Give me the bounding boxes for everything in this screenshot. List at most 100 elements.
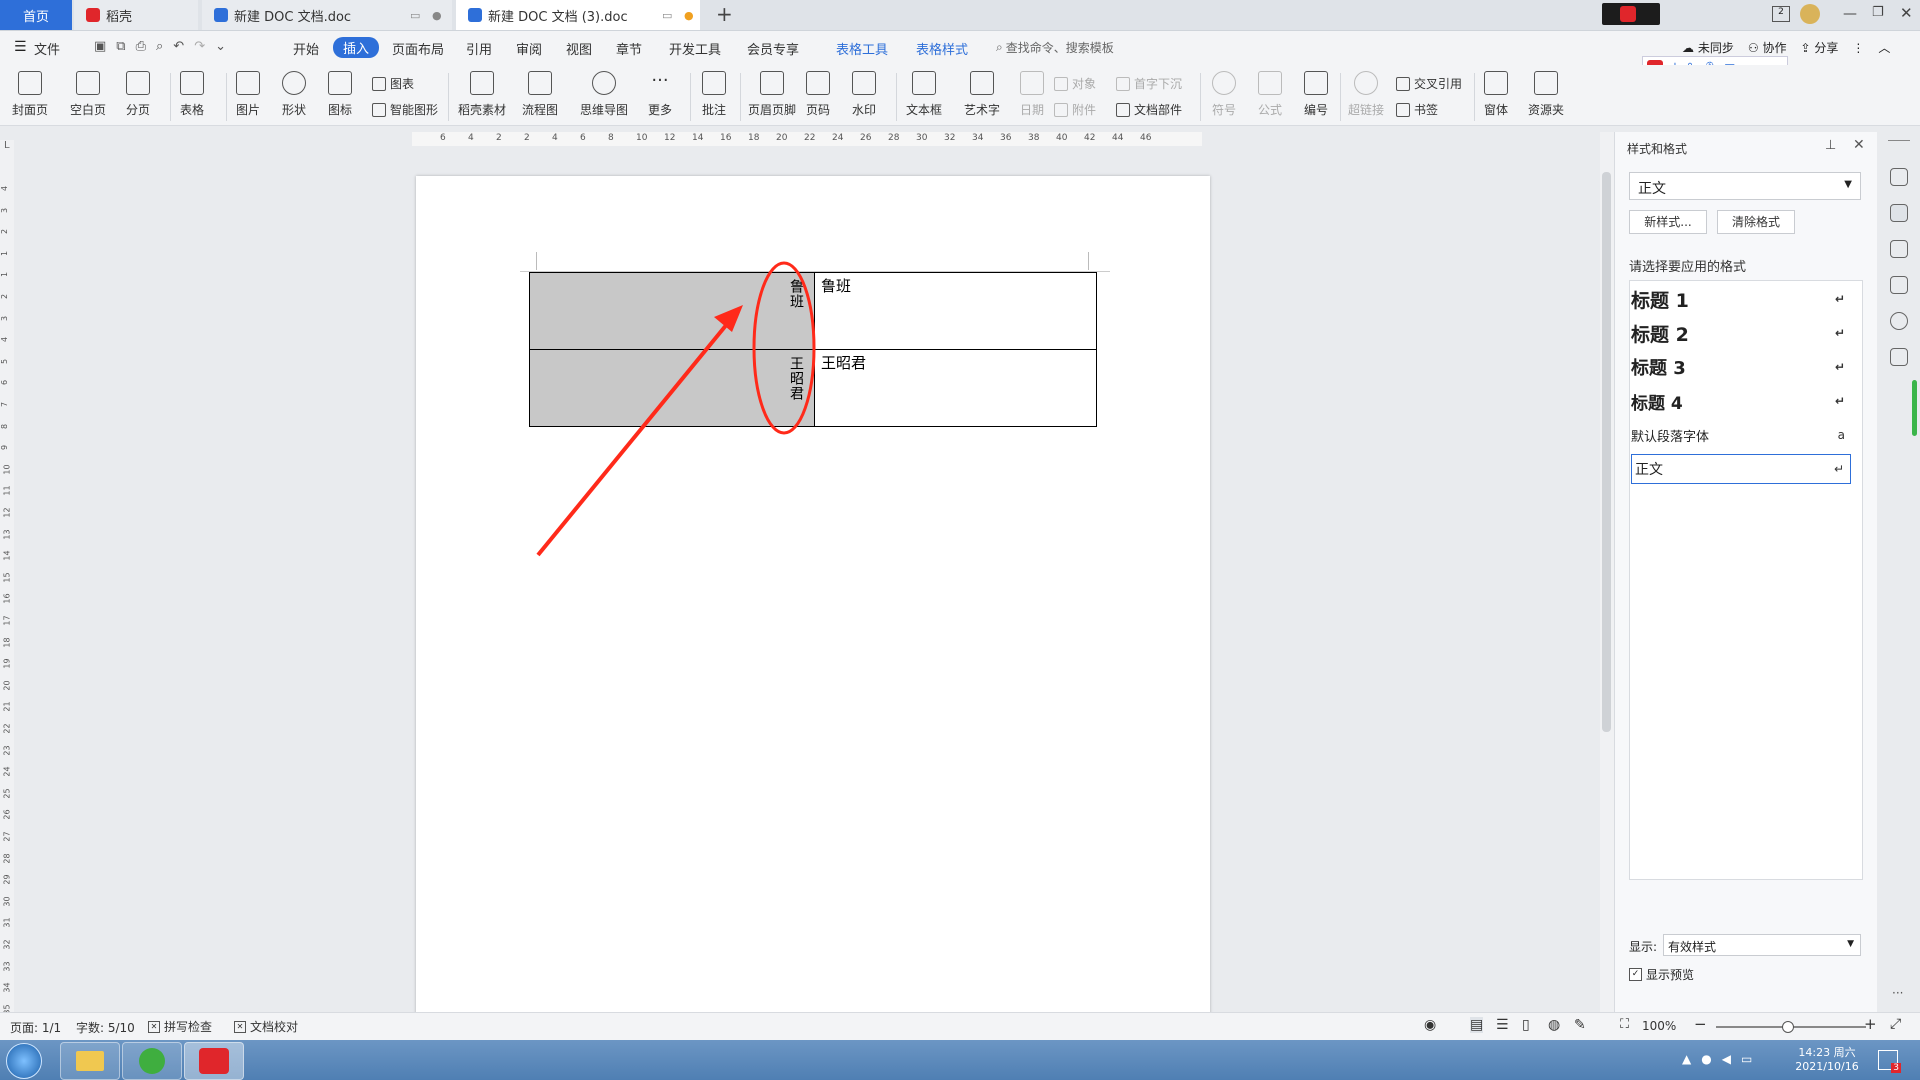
resources-button[interactable]: 资源夹 <box>1528 71 1564 118</box>
style-heading-1[interactable]: 标题 1 ↵ <box>1631 284 1851 314</box>
new-style-button[interactable]: 新样式... <box>1629 210 1707 234</box>
more-button[interactable]: ··· 更多 <box>648 71 672 118</box>
web-view-icon[interactable]: ◍ <box>1548 1017 1560 1033</box>
show-select[interactable]: 有效样式 ▼ <box>1663 934 1861 956</box>
menu-start[interactable]: 开始 <box>293 39 319 58</box>
write-view-icon[interactable]: ✎ <box>1574 1017 1586 1033</box>
preview-checkbox[interactable]: ✓ <box>1629 968 1642 981</box>
picture-button[interactable]: 图片 <box>236 71 260 118</box>
style-normal-selected[interactable]: 正文 ↵ <box>1631 454 1851 484</box>
flowchart-button[interactable]: 流程图 <box>522 71 558 118</box>
backup-icon[interactable] <box>1890 348 1908 366</box>
redo-icon[interactable]: ↷ <box>194 39 205 54</box>
cover-page-button[interactable]: 封面页 <box>12 71 48 118</box>
spell-check-button[interactable]: ✕ 拼写检查 <box>148 1018 212 1035</box>
page-break-button[interactable]: 分页 <box>126 71 150 118</box>
close-panel-icon[interactable]: ✕ <box>1853 137 1865 153</box>
table-cell[interactable]: 鲁班 <box>814 272 1097 350</box>
textbox-button[interactable]: 文本框 <box>906 71 942 118</box>
mindmap-button[interactable]: 思维导图 <box>580 71 628 118</box>
preview-icon[interactable]: ⌕ <box>156 39 163 54</box>
cursor-icon[interactable] <box>1890 240 1908 258</box>
docpart-button[interactable]: 文档部件 <box>1116 101 1182 118</box>
menu-page-layout[interactable]: 页面布局 <box>392 39 444 58</box>
menu-section[interactable]: 章节 <box>616 39 642 58</box>
fit-page-icon[interactable]: ⛶ <box>1620 1017 1629 1032</box>
sync-button[interactable]: ☁ 未同步 <box>1682 39 1734 56</box>
outline-view-icon[interactable]: ☰ <box>1496 1017 1509 1033</box>
zoom-level[interactable]: 100% <box>1642 1019 1676 1033</box>
style-heading-4[interactable]: 标题 4 ↵ <box>1631 386 1851 416</box>
menu-file[interactable]: 文件 <box>34 39 60 58</box>
style-heading-3[interactable]: 标题 3 ↵ <box>1631 352 1851 382</box>
close-tab-icon[interactable]: ● <box>432 9 442 22</box>
start-button[interactable] <box>6 1043 42 1079</box>
undo-icon[interactable]: ↶ <box>173 39 184 54</box>
rail-scroll-indicator[interactable] <box>1912 380 1917 436</box>
proofread-button[interactable]: ✕ 文档校对 <box>234 1018 298 1035</box>
display-icon[interactable]: ▭ <box>1741 1052 1752 1066</box>
new-tab-button[interactable]: + <box>716 2 733 26</box>
tab-home[interactable]: 首页 <box>0 0 72 30</box>
zoom-in-icon[interactable]: + <box>1864 1015 1877 1033</box>
chart-button[interactable]: 图表 <box>372 75 414 92</box>
table-cell[interactable]: 王昭君 <box>814 349 1097 427</box>
monitor-icon[interactable]: ▭ <box>662 9 672 22</box>
clear-format-button[interactable]: 清除格式 <box>1717 210 1795 234</box>
help-icon[interactable] <box>1890 312 1908 330</box>
dropcap-button[interactable]: 首字下沉 <box>1116 75 1182 92</box>
style-heading-2[interactable]: 标题 2 ↵ <box>1631 318 1851 348</box>
tray-expand-icon[interactable]: ▲ <box>1682 1052 1691 1066</box>
share-button[interactable]: ⇪ 分享 <box>1800 39 1838 56</box>
zoom-slider-thumb[interactable] <box>1782 1021 1794 1033</box>
icon-button[interactable]: 图标 <box>328 71 352 118</box>
comment-button[interactable]: 批注 <box>702 71 726 118</box>
style-default-font[interactable]: 默认段落字体 a <box>1631 420 1851 450</box>
preview-checkbox-row[interactable]: ✓ 显示预览 <box>1629 966 1694 983</box>
collab-button[interactable]: ⚇ 协作 <box>1748 39 1787 56</box>
vertical-ruler[interactable]: 4 3 2 1 1 2 3 4 5 6 7 8 9 10 11 12 13 14 15 16 17 18 19 20 21 22 2… <box>0 140 14 1020</box>
monitor-icon[interactable]: ▭ <box>410 9 420 22</box>
date-button[interactable]: 日期 <box>1020 71 1044 118</box>
taskbar-browser[interactable] <box>122 1042 182 1080</box>
menu-reference[interactable]: 引用 <box>466 39 492 58</box>
menu-developer[interactable]: 开发工具 <box>669 39 721 58</box>
taskbar-wps[interactable] <box>184 1042 244 1080</box>
symbol-button[interactable]: 符号 <box>1212 71 1236 118</box>
table-button[interactable]: 表格 <box>180 71 204 118</box>
page-indicator[interactable]: 页面: 1/1 <box>10 1019 61 1036</box>
form-button[interactable]: 窗体 <box>1484 71 1508 118</box>
word-count[interactable]: 字数: 5/10 <box>76 1019 135 1036</box>
tab-doc-3-active[interactable]: 新建 DOC 文档 (3).doc ▭ ● <box>456 0 700 30</box>
zoom-slider[interactable] <box>1716 1021 1866 1033</box>
action-center-icon[interactable]: 3 <box>1878 1050 1901 1073</box>
more-chevron-icon[interactable]: ⌄ <box>215 39 226 54</box>
bookmark-button[interactable]: 书签 <box>1396 101 1438 118</box>
horizontal-ruler[interactable]: 6 4 2 2 4 6 8 10 12 14 16 18 20 22 24 26 28 30 32 34 36 38 40 4… <box>412 132 1202 146</box>
fullscreen-icon[interactable]: ⤢ <box>1890 1016 1901 1032</box>
daoke-material-button[interactable]: 稻壳素材 <box>458 71 506 118</box>
formula-button[interactable]: 公式 <box>1258 71 1282 118</box>
print-icon[interactable]: ⎙ <box>136 39 146 54</box>
close-window-icon[interactable]: ✕ <box>1900 4 1913 22</box>
scrollbar-thumb[interactable] <box>1602 172 1611 732</box>
restore-icon[interactable]: ❐ <box>1872 5 1884 20</box>
reading-view-icon[interactable]: ▯ <box>1522 1017 1530 1033</box>
settings-sliders-icon[interactable] <box>1890 276 1908 294</box>
tab-daoke[interactable]: 稻壳 <box>74 0 198 30</box>
pen-style-icon[interactable] <box>1890 204 1908 222</box>
wps-account-logo[interactable] <box>1602 3 1660 25</box>
unsaved-dot-icon[interactable]: ● <box>684 9 694 22</box>
volume-icon[interactable]: ◀ <box>1722 1052 1731 1066</box>
clock[interactable]: 14:23 周六 2021/10/16 <box>1790 1044 1864 1073</box>
zoom-out-icon[interactable]: − <box>1694 1015 1707 1033</box>
wordart-button[interactable]: 艺术字 <box>964 71 1000 118</box>
collapse-ribbon-icon[interactable]: ︿ <box>1878 39 1890 56</box>
hamburger-icon[interactable]: ☰ <box>14 39 27 55</box>
tab-doc-1[interactable]: 新建 DOC 文档.doc ▭ ● <box>202 0 452 30</box>
eye-protect-icon[interactable]: ◉ <box>1424 1017 1436 1033</box>
header-footer-button[interactable]: 页眉页脚 <box>748 71 796 118</box>
window-count-icon[interactable]: 2 <box>1772 6 1790 22</box>
menu-insert[interactable]: 插入 <box>333 37 380 58</box>
rail-more-icon[interactable]: ··· <box>1892 986 1903 1000</box>
